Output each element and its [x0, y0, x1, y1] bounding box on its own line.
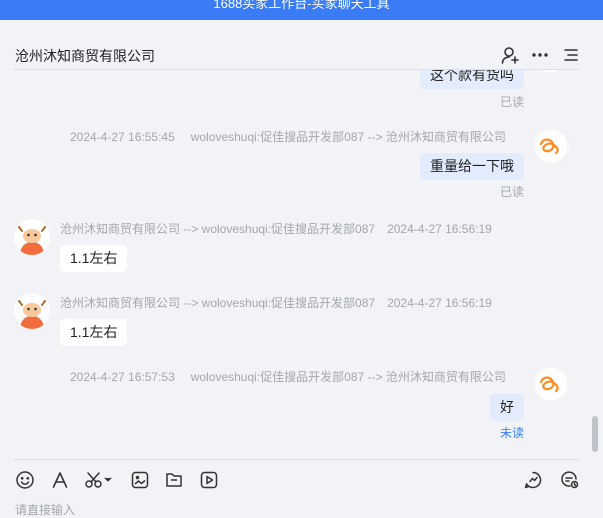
read-status: 已读: [500, 185, 525, 199]
my-avatar: [533, 70, 569, 74]
message-meta: 2024-4-27 16:55:45 woloveshuqi:促佳搜品开发部087…: [70, 128, 506, 145]
composer-divider: [14, 459, 579, 460]
my-avatar: [533, 128, 569, 164]
message-bubble[interactable]: 1.1左右: [60, 245, 128, 272]
chat-history-icon[interactable]: [560, 470, 580, 490]
message-time: 2024-4-27 16:55:45: [70, 130, 175, 144]
unread-status: 未读: [500, 426, 525, 440]
message-time: 2024-4-27 16:56:19: [387, 296, 492, 310]
chat-header: 沧州沐知商贸有限公司: [0, 20, 603, 70]
message-meta: 2024-4-27 16:57:53 woloveshuqi:促佳搜品开发部087…: [70, 368, 506, 385]
video-icon[interactable]: [199, 470, 219, 490]
message-bubble[interactable]: 1.1左右: [60, 319, 128, 346]
my-avatar: [533, 366, 569, 402]
quick-reply-icon[interactable]: [523, 470, 543, 490]
image-sticker-icon[interactable]: [130, 470, 150, 490]
message-sender: woloveshuqi:促佳搜品开发部087 --> 沧州沐知商贸有限公司: [190, 370, 506, 384]
message-meta: 沧州沐知商贸有限公司 --> woloveshuqi:促佳搜品开发部087 202…: [60, 294, 492, 311]
message-sender: woloveshuqi:促佳搜品开发部087 --> 沧州沐知商贸有限公司: [190, 130, 506, 144]
window-title-bar: 1688买家工作台-买家聊天工具: [0, 0, 603, 20]
message-bubble[interactable]: 好: [490, 394, 524, 421]
message-sender: 沧州沐知商贸有限公司 --> woloveshuqi:促佳搜品开发部087: [60, 222, 376, 236]
folder-icon[interactable]: [164, 470, 184, 490]
message-sender: 沧州沐知商贸有限公司 --> woloveshuqi:促佳搜品开发部087: [60, 296, 376, 310]
message-time: 2024-4-27 16:57:53: [70, 370, 175, 384]
menu-list-icon[interactable]: [561, 45, 581, 65]
scrollbar-thumb[interactable]: [592, 416, 598, 452]
contact-avatar: [14, 219, 50, 255]
message-time: 2024-4-27 16:56:19: [387, 222, 492, 236]
contact-name: 沧州沐知商贸有限公司: [15, 48, 155, 64]
emoji-icon[interactable]: [15, 470, 35, 490]
add-contact-icon[interactable]: [500, 45, 520, 65]
more-icon[interactable]: [530, 45, 550, 65]
font-icon[interactable]: [50, 470, 70, 490]
composer-toolbar: [0, 466, 603, 496]
message-meta: 沧州沐知商贸有限公司 --> woloveshuqi:促佳搜品开发部087 202…: [60, 220, 492, 237]
message-bubble[interactable]: 重量给一下哦: [420, 153, 524, 180]
message-list[interactable]: 这个款有货吗 已读 2024-4-27 16:55:45 woloveshuqi:…: [0, 70, 590, 460]
contact-avatar: [14, 293, 50, 329]
message-input[interactable]: 请直接输入: [15, 501, 75, 518]
message-bubble[interactable]: 这个款有货吗: [420, 70, 524, 89]
window-title: 1688买家工作台-买家聊天工具: [213, 0, 390, 11]
read-status: 已读: [500, 95, 525, 109]
screenshot-scissors-icon[interactable]: [84, 470, 114, 490]
